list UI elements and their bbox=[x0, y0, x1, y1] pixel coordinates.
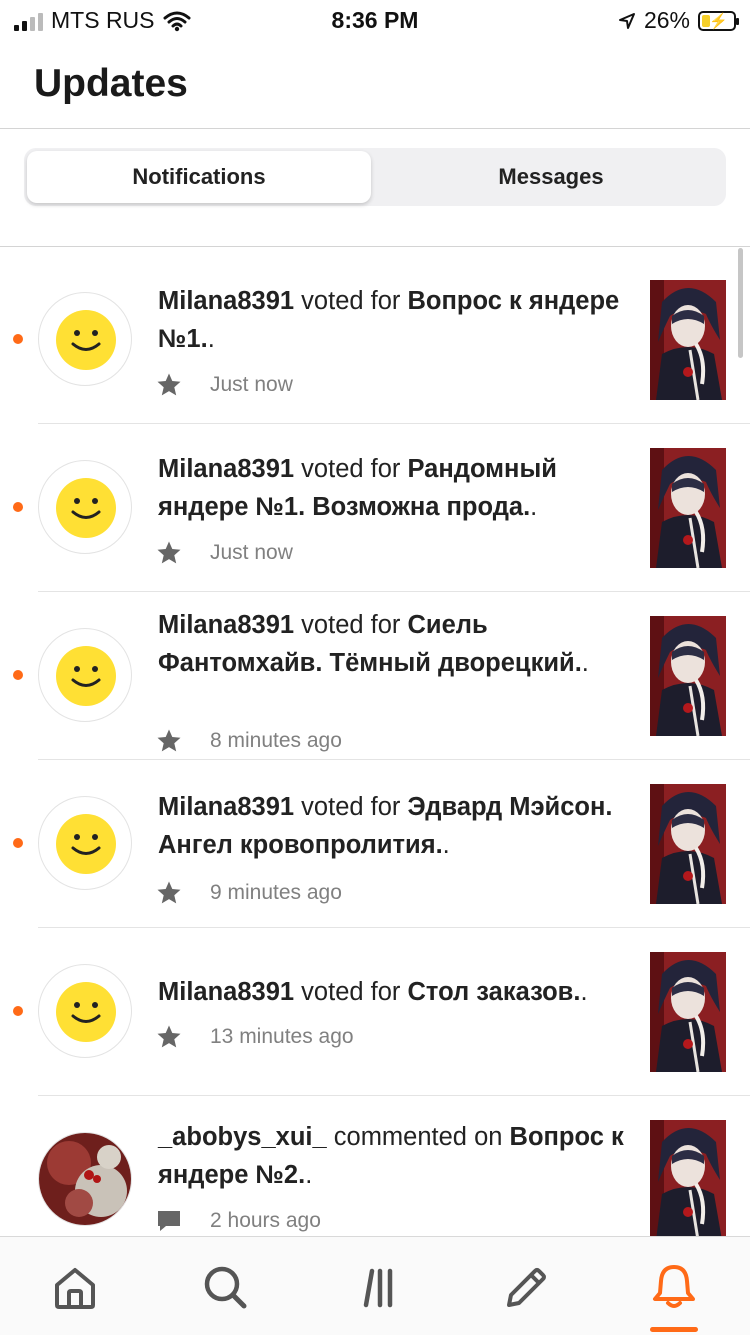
story-cover-thumbnail[interactable] bbox=[650, 280, 726, 400]
unread-dot bbox=[13, 838, 23, 848]
notification-meta: 8 minutes ago bbox=[156, 726, 342, 756]
notification-time: 8 minutes ago bbox=[210, 729, 342, 752]
notification-list[interactable]: Milana8391 voted for Вопрос к яндере №1.… bbox=[0, 256, 750, 1236]
tab-messages[interactable]: Messages bbox=[379, 151, 723, 203]
notification-action: voted for bbox=[294, 455, 408, 483]
notification-time: Just now bbox=[210, 541, 293, 564]
search-icon[interactable] bbox=[199, 1261, 251, 1313]
notification-text: _abobys_xui_ commented on Вопрос к яндер… bbox=[158, 1118, 628, 1194]
notification-ellipsis: . bbox=[442, 831, 450, 859]
notification-text: Milana8391 voted for Вопрос к яндере №1.… bbox=[158, 282, 628, 358]
story-cover-thumbnail[interactable] bbox=[650, 448, 726, 568]
home-icon[interactable] bbox=[49, 1261, 101, 1313]
smiley-avatar[interactable] bbox=[38, 628, 132, 722]
smiley-avatar[interactable] bbox=[38, 460, 132, 554]
notification-text: Milana8391 voted for Стол заказов.. bbox=[158, 973, 628, 1011]
battery-percent: 26% bbox=[643, 7, 690, 33]
notification-user[interactable]: Milana8391 bbox=[158, 455, 294, 483]
notification-text: Milana8391 voted for Сиель Фантомхайв. Т… bbox=[158, 606, 628, 682]
notification-item[interactable]: Milana8391 voted for Вопрос к яндере №1.… bbox=[0, 256, 750, 424]
notification-ellipsis: . bbox=[581, 649, 589, 677]
notification-action: voted for bbox=[294, 978, 408, 1006]
notification-meta: 2 hours ago bbox=[156, 1206, 321, 1236]
tab-notifications[interactable]: Notifications bbox=[27, 151, 371, 203]
notification-time: 9 minutes ago bbox=[210, 881, 342, 904]
notification-item[interactable]: Milana8391 voted for Сиель Фантомхайв. Т… bbox=[0, 592, 750, 760]
notification-user[interactable]: Milana8391 bbox=[158, 793, 294, 821]
unread-dot bbox=[13, 1006, 23, 1016]
unread-dot bbox=[13, 334, 23, 344]
notification-item[interactable]: Milana8391 voted for Рандомный яндере №1… bbox=[0, 424, 750, 592]
star-icon bbox=[156, 540, 182, 566]
notification-time: Just now bbox=[210, 373, 293, 396]
bottom-tab-bar bbox=[0, 1236, 750, 1335]
active-tab-indicator bbox=[650, 1327, 698, 1332]
notification-action: voted for bbox=[294, 793, 408, 821]
notification-item[interactable]: Milana8391 voted for Эдвард Мэйсон. Анге… bbox=[0, 760, 750, 928]
bell-icon[interactable] bbox=[648, 1261, 700, 1313]
star-icon bbox=[156, 880, 182, 906]
notification-ellipsis: . bbox=[305, 1161, 313, 1189]
notification-action: commented on bbox=[326, 1123, 510, 1151]
write-icon[interactable] bbox=[499, 1261, 551, 1313]
user-avatar[interactable] bbox=[38, 1132, 132, 1226]
notification-text: Milana8391 voted for Рандомный яндере №1… bbox=[158, 450, 628, 526]
notification-meta: Just now bbox=[156, 370, 293, 400]
story-cover-thumbnail[interactable] bbox=[650, 616, 726, 736]
page-title: Updates bbox=[34, 62, 188, 105]
story-cover-thumbnail[interactable] bbox=[650, 1120, 726, 1236]
notification-user[interactable]: Milana8391 bbox=[158, 611, 294, 639]
notification-action: voted for bbox=[294, 287, 408, 315]
notification-user[interactable]: Milana8391 bbox=[158, 287, 294, 315]
story-cover-thumbnail[interactable] bbox=[650, 784, 726, 904]
notification-user[interactable]: _abobys_xui_ bbox=[158, 1123, 327, 1151]
notification-meta: 13 minutes ago bbox=[156, 1022, 354, 1052]
library-icon[interactable] bbox=[352, 1261, 404, 1313]
notification-ellipsis: . bbox=[207, 325, 215, 353]
battery-icon: ⚡ bbox=[698, 10, 739, 31]
status-bar: MTS RUS 8:36 PM 26% ⚡ bbox=[0, 0, 750, 40]
header-divider bbox=[0, 128, 750, 129]
unread-dot bbox=[13, 502, 23, 512]
unread-dot bbox=[13, 670, 23, 680]
story-cover-thumbnail[interactable] bbox=[650, 952, 726, 1072]
location-arrow-icon bbox=[618, 12, 635, 29]
comment-icon bbox=[156, 1208, 182, 1234]
notification-time: 2 hours ago bbox=[210, 1209, 321, 1232]
star-icon bbox=[156, 372, 182, 398]
notification-ellipsis: . bbox=[530, 493, 538, 521]
notification-item[interactable]: Milana8391 voted for Стол заказов.. 13 mi… bbox=[0, 928, 750, 1096]
scrollbar[interactable] bbox=[738, 248, 743, 358]
updates-tab-switcher: Notifications Messages bbox=[24, 148, 726, 206]
notification-meta: Just now bbox=[156, 538, 293, 568]
notification-action: voted for bbox=[294, 611, 408, 639]
tabs-divider bbox=[0, 246, 750, 247]
notification-time: 13 minutes ago bbox=[210, 1025, 354, 1048]
notification-meta: 9 minutes ago bbox=[156, 878, 342, 908]
star-icon bbox=[156, 728, 182, 754]
star-icon bbox=[156, 1024, 182, 1050]
notification-ellipsis: . bbox=[580, 978, 588, 1006]
smiley-avatar[interactable] bbox=[38, 964, 132, 1058]
smiley-avatar[interactable] bbox=[38, 796, 132, 890]
notification-item[interactable]: _abobys_xui_ commented on Вопрос к яндер… bbox=[0, 1096, 750, 1236]
notification-text: Milana8391 voted for Эдвард Мэйсон. Анге… bbox=[158, 788, 628, 864]
notification-story[interactable]: Стол заказов. bbox=[408, 978, 581, 1006]
smiley-avatar[interactable] bbox=[38, 292, 132, 386]
notification-user[interactable]: Milana8391 bbox=[158, 978, 294, 1006]
